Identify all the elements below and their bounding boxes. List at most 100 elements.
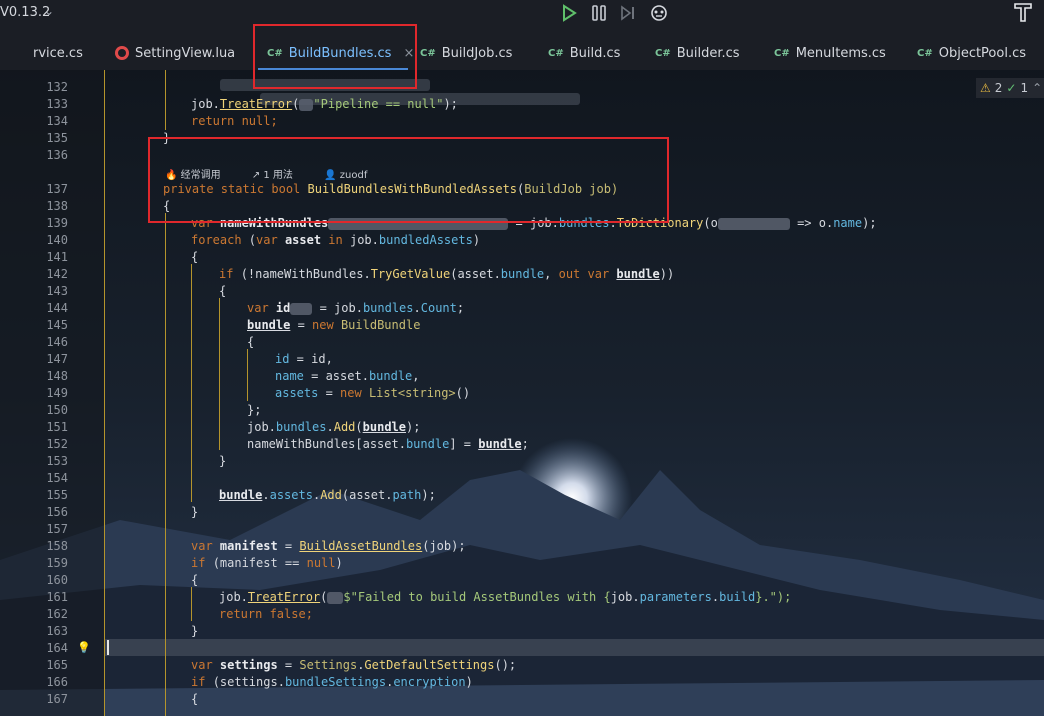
blurred-text xyxy=(327,591,344,604)
indent-guide xyxy=(104,70,105,716)
line-number: 149 xyxy=(46,386,68,400)
code-token: bundles xyxy=(275,420,327,434)
line-number: 146 xyxy=(46,335,68,349)
tab-service[interactable]: rvice.cs xyxy=(33,36,83,70)
blurred-text xyxy=(717,217,790,230)
ok-count: 1 xyxy=(1020,81,1029,95)
code-token: (asset. xyxy=(450,267,501,281)
tab-settingview-lua[interactable]: SettingView.lua xyxy=(115,36,235,70)
code-token: = xyxy=(277,539,300,553)
code-token: = xyxy=(318,386,341,400)
warning-icon: ⚠ xyxy=(980,81,991,95)
code-token: = xyxy=(277,658,300,672)
version-label[interactable]: V0.13.2 xyxy=(0,5,50,20)
code-line-160: { xyxy=(191,573,199,587)
code-token: name xyxy=(833,216,863,230)
code-token: path xyxy=(392,488,422,502)
lightbulb-icon[interactable]: 💡 xyxy=(77,641,91,654)
code-token: if xyxy=(191,675,213,689)
code-line-163: } xyxy=(191,624,199,638)
step-icon[interactable] xyxy=(617,2,639,24)
code-token: ( xyxy=(320,590,328,604)
code-token: job. xyxy=(610,590,640,604)
annotation-box xyxy=(148,137,669,223)
code-token: , xyxy=(412,369,420,383)
code-token: ) xyxy=(335,556,343,570)
code-line-152: nameWithBundles[asset.bundle] = bundle; xyxy=(247,437,529,451)
code-token: var xyxy=(256,233,285,247)
code-token: ( xyxy=(355,420,363,434)
code-token: Add xyxy=(320,488,342,502)
csharp-file-icon: C# xyxy=(655,47,671,59)
blurred-text xyxy=(290,302,313,315)
code-token: () xyxy=(455,386,471,400)
code-token: bundleSettings xyxy=(284,675,387,689)
code-token: manifest xyxy=(219,539,278,553)
line-number: 164 xyxy=(46,641,68,655)
code-token: ); xyxy=(862,216,877,230)
code-token: TryGetValue xyxy=(370,267,451,281)
tab-label: rvice.cs xyxy=(33,45,83,61)
code-token: bundle xyxy=(247,318,291,332)
text-caret xyxy=(107,640,109,655)
line-number: 135 xyxy=(46,131,68,145)
code-token: job. xyxy=(191,97,220,111)
tab-label: SettingView.lua xyxy=(135,45,236,61)
code-token: bundle xyxy=(405,437,450,451)
debug-icon[interactable] xyxy=(648,2,670,24)
tab-objectpool[interactable]: C# ObjectPool.cs xyxy=(917,36,1026,70)
code-line-143: { xyxy=(219,284,227,298)
check-icon: ✓ xyxy=(1006,81,1017,95)
code-token: new xyxy=(340,386,369,400)
tab-buildjob[interactable]: C# BuildJob.cs xyxy=(420,36,512,70)
code-token: . xyxy=(413,301,421,315)
inspection-widget[interactable]: ⚠ 2 ✓ 1 ⌃ xyxy=(976,78,1044,98)
tab-label: ObjectPool.cs xyxy=(938,45,1027,61)
csharp-file-icon: C# xyxy=(917,47,933,59)
line-number: 153 xyxy=(46,454,68,468)
code-token: if xyxy=(219,267,241,281)
csharp-file-icon: C# xyxy=(420,47,436,59)
code-token: asset xyxy=(284,233,329,247)
code-token: Add xyxy=(333,420,356,434)
code-line-166: if (settings.bundleSettings.encryption) xyxy=(191,675,473,689)
code-token: ; xyxy=(521,437,529,451)
code-token: id xyxy=(275,301,291,315)
line-number: 137 xyxy=(46,182,68,196)
chevron-down-icon[interactable]: ⌄ xyxy=(44,4,54,18)
line-number: 133 xyxy=(46,97,68,111)
code-token: in xyxy=(328,233,350,247)
code-line-165: var settings = Settings.GetDefaultSettin… xyxy=(191,658,516,672)
code-token: = xyxy=(290,318,313,332)
tab-builder[interactable]: C# Builder.cs xyxy=(655,36,740,70)
code-line-133: job.TreatError("Pipeline == null"); xyxy=(191,97,458,111)
code-token: ) xyxy=(472,233,481,247)
line-number: 163 xyxy=(46,624,68,638)
play-icon[interactable] xyxy=(558,2,580,24)
line-number: 148 xyxy=(46,369,68,383)
line-number: 152 xyxy=(46,437,68,451)
code-token: ( xyxy=(292,97,300,111)
line-number: 144 xyxy=(46,301,68,315)
code-token: ); xyxy=(406,420,421,434)
code-token: (settings. xyxy=(212,675,285,689)
code-token: "Pipeline == null" xyxy=(313,97,444,111)
code-token: (!nameWithBundles. xyxy=(240,267,371,281)
code-line-159: if (manifest == null) xyxy=(191,556,343,570)
tab-label: BuildJob.cs xyxy=(441,45,513,61)
line-number: 141 xyxy=(46,250,68,264)
code-token: BuildAssetBundles xyxy=(299,539,423,553)
pause-icon[interactable] xyxy=(588,2,610,24)
warning-count: 2 xyxy=(994,81,1003,95)
tab-build[interactable]: C# Build.cs xyxy=(548,36,620,70)
line-number: 167 xyxy=(46,692,68,706)
code-line-134: return null; xyxy=(191,114,278,128)
line-number: 142 xyxy=(46,267,68,281)
code-token: bundle xyxy=(362,420,406,434)
tab-label: Build.cs xyxy=(569,45,621,61)
tab-menuitems[interactable]: C# MenuItems.cs xyxy=(774,36,886,70)
code-token: id xyxy=(275,352,290,366)
code-token: , xyxy=(544,267,559,281)
hammer-icon[interactable] xyxy=(1012,1,1034,23)
line-number: 166 xyxy=(46,675,68,689)
